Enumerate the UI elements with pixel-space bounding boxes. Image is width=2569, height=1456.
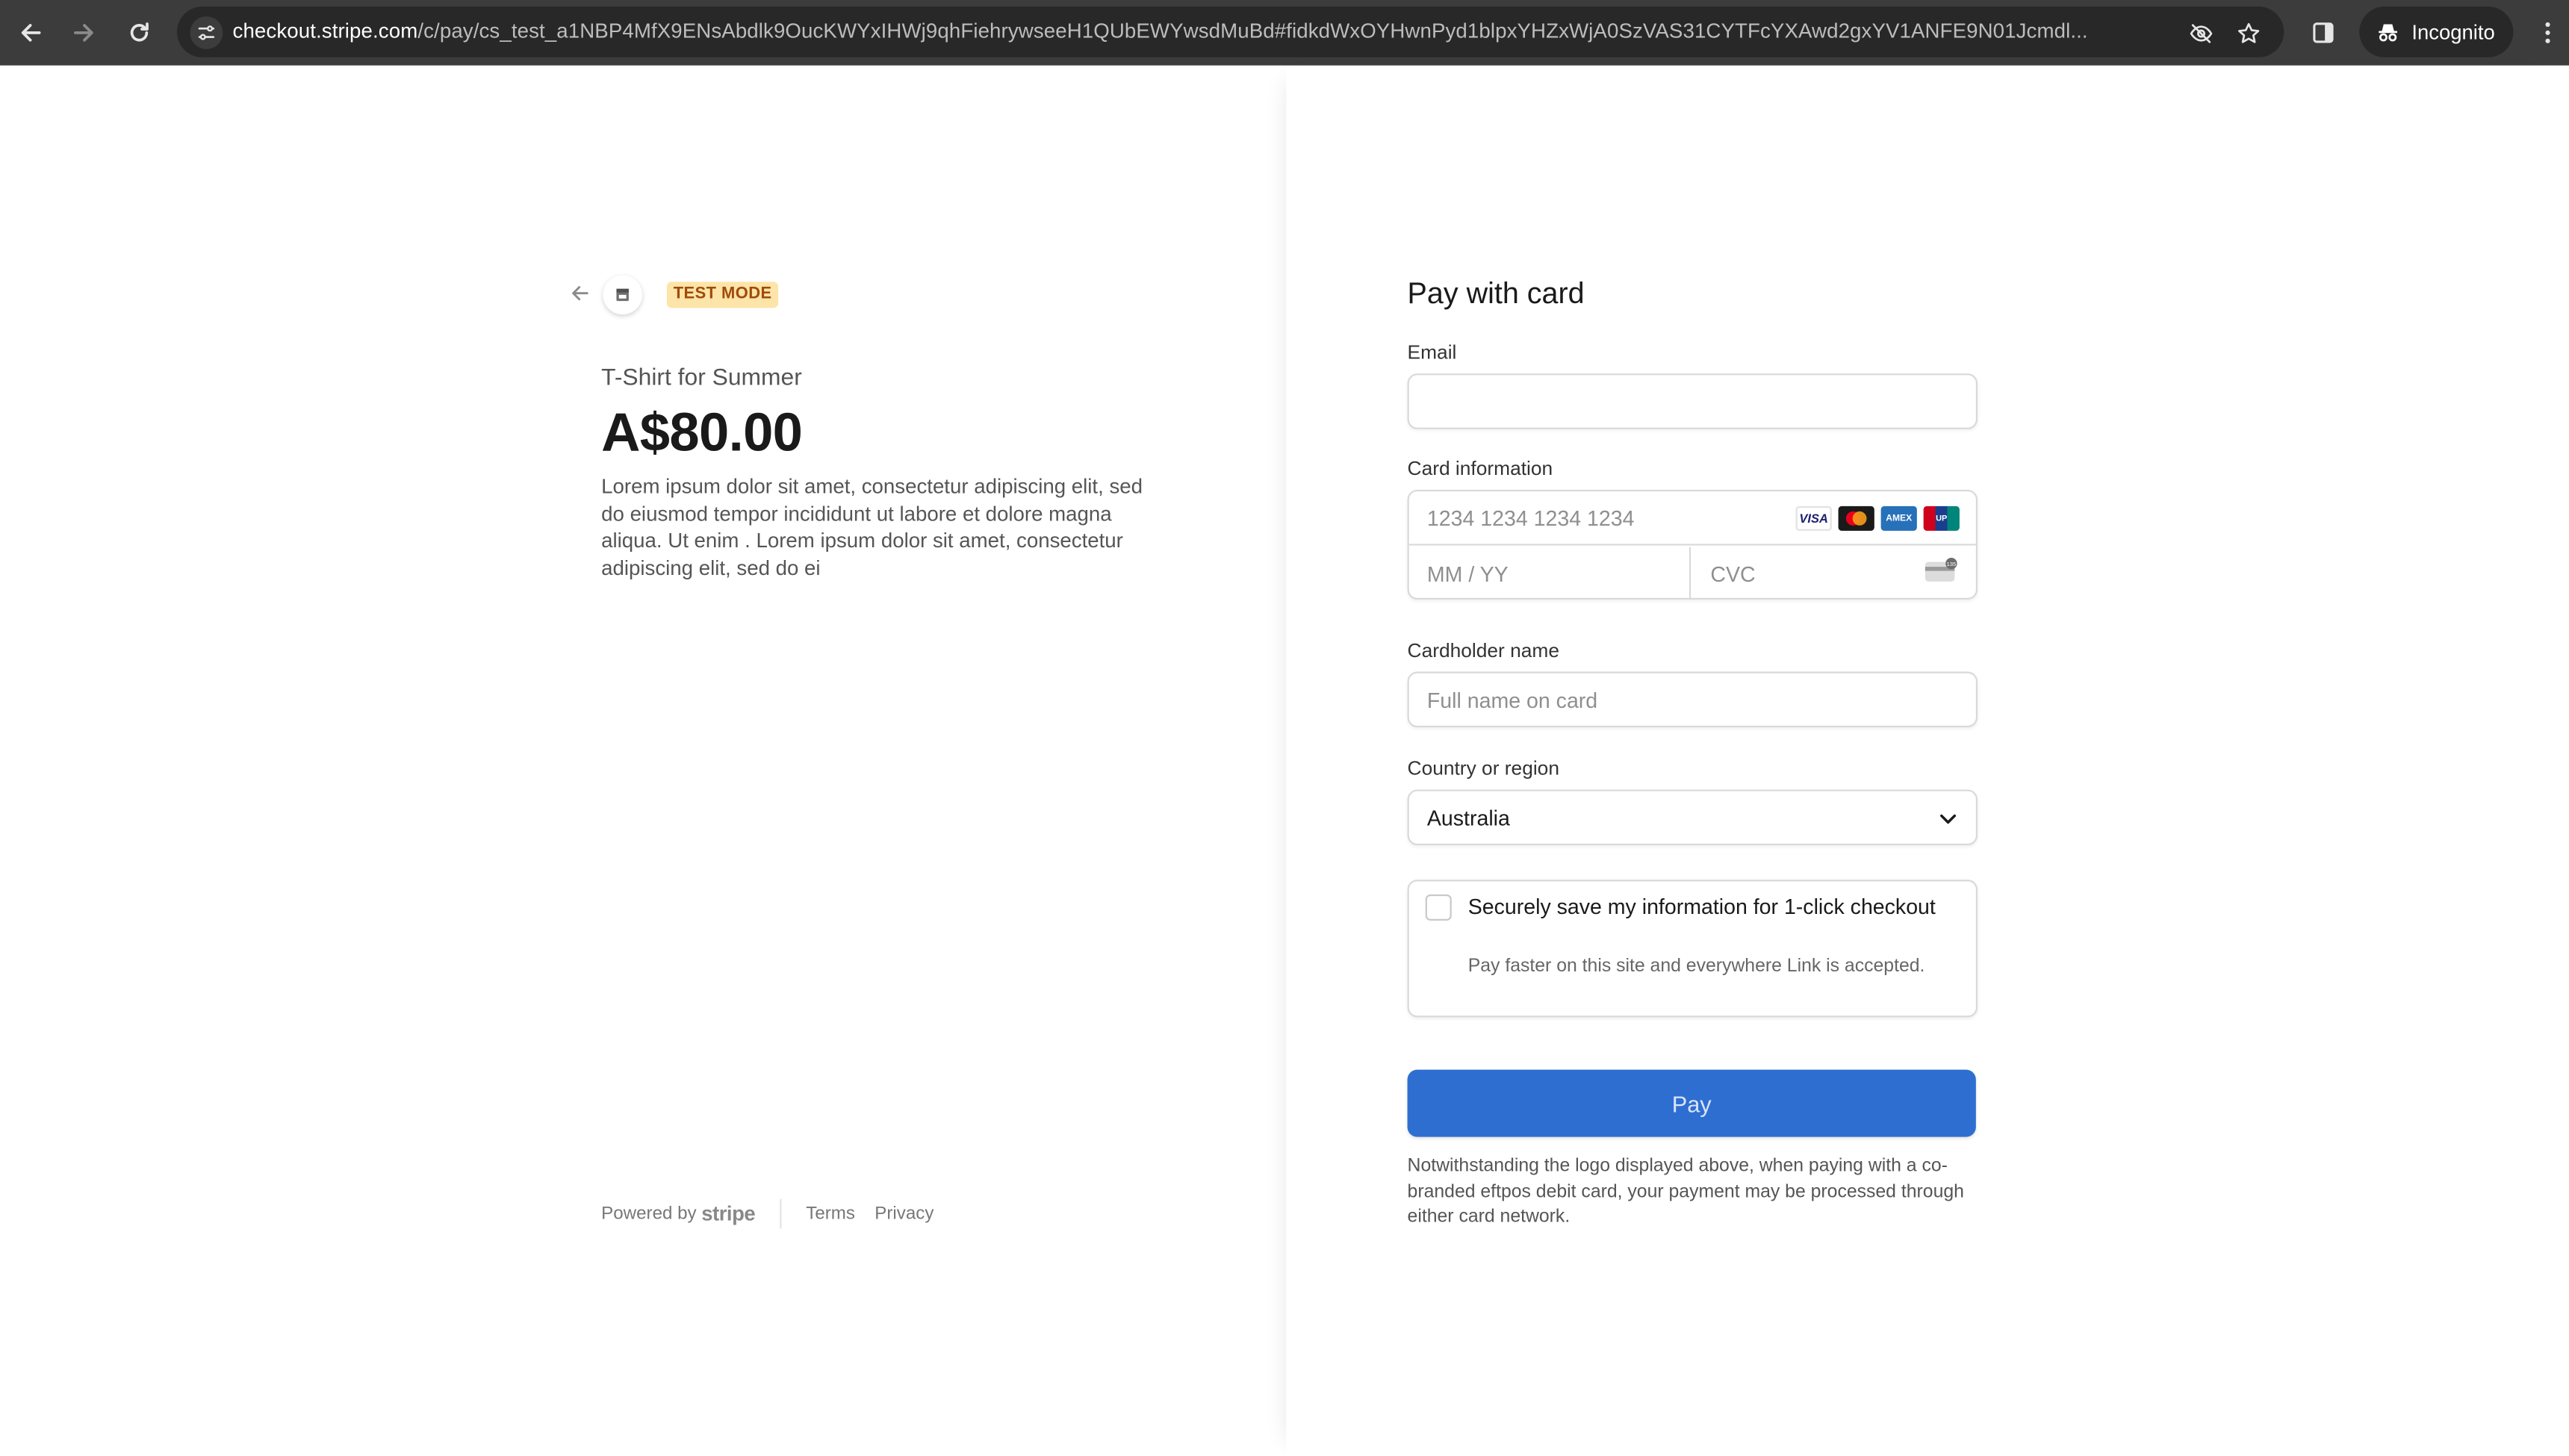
- expiry-field[interactable]: MM / YY: [1409, 547, 1692, 600]
- side-panel-icon[interactable]: [2305, 15, 2341, 51]
- card-info-label: Card information: [1407, 457, 1553, 480]
- stripe-logo[interactable]: stripe: [701, 1202, 755, 1225]
- incognito-icon: [2379, 24, 2397, 42]
- save-info-subtitle: Pay faster on this site and everywhere L…: [1467, 956, 1925, 977]
- url-text[interactable]: checkout.stripe.com/c/pay/cs_test_a1NBP4…: [233, 19, 2183, 43]
- footer-divider: [780, 1198, 782, 1229]
- url-host: checkout.stripe.com: [232, 19, 418, 43]
- payment-form: Pay with card Email Card information 123…: [1407, 276, 1978, 1231]
- privacy-link[interactable]: Privacy: [875, 1204, 934, 1224]
- browser-toolbar: checkout.stripe.com/c/pay/cs_test_a1NBP4…: [0, 0, 2569, 66]
- expiry-placeholder: MM / YY: [1426, 561, 1509, 586]
- incognito-label: Incognito: [2411, 20, 2495, 44]
- url-path: /c/pay/cs_test_a1NBP4MfX9ENsAbdlk9OucKWY…: [417, 19, 2088, 43]
- country-label: Country or region: [1407, 756, 1559, 780]
- product-price: A$80.00: [601, 401, 803, 462]
- save-info-checkbox[interactable]: [1425, 894, 1452, 921]
- card-info-group: 1234 1234 1234 1234 VISA AMEX UP MM / YY…: [1407, 489, 1978, 600]
- terms-link[interactable]: Terms: [806, 1204, 855, 1224]
- visa-icon: VISA: [1795, 505, 1832, 531]
- payment-panel: Pay with card Email Card information 123…: [1286, 65, 2569, 1456]
- pay-button[interactable]: Pay: [1407, 1069, 1976, 1137]
- store-icon[interactable]: [603, 275, 643, 315]
- unionpay-icon: UP: [1923, 505, 1960, 531]
- chevron-down-icon: [1940, 814, 1957, 824]
- back-icon[interactable]: [13, 15, 49, 51]
- eftpos-disclaimer: Notwithstanding the logo displayed above…: [1407, 1156, 1964, 1228]
- country-value: Australia: [1426, 805, 1510, 830]
- card-number-placeholder: 1234 1234 1234 1234: [1426, 505, 1635, 530]
- star-icon[interactable]: [2233, 18, 2262, 47]
- country-select[interactable]: Australia: [1407, 789, 1978, 846]
- site-settings-icon[interactable]: [190, 16, 223, 49]
- back-arrow-icon[interactable]: [565, 279, 594, 308]
- product-name: T-Shirt for Summer: [601, 365, 802, 392]
- cardholder-placeholder: Full name on card: [1426, 687, 1598, 712]
- test-mode-badge: TEST MODE: [666, 281, 779, 308]
- mastercard-icon: [1838, 505, 1874, 531]
- incognito-indicator[interactable]: Incognito: [2359, 6, 2514, 57]
- save-info-title: Securely save my information for 1-click…: [1467, 894, 1936, 919]
- powered-by-text: Powered by: [601, 1204, 697, 1224]
- cardholder-label: Cardholder name: [1407, 638, 1559, 662]
- form-title: Pay with card: [1407, 276, 1585, 310]
- eye-off-icon[interactable]: [2186, 18, 2215, 47]
- amex-icon: AMEX: [1880, 505, 1917, 531]
- cvc-placeholder: CVC: [1710, 561, 1756, 586]
- cardholder-name-field[interactable]: Full name on card: [1407, 671, 1978, 728]
- checkout-footer: Powered by stripe Terms Privacy: [601, 1198, 954, 1229]
- link-save-option[interactable]: Securely save my information for 1-click…: [1407, 880, 1978, 1018]
- order-summary-panel: TEST MODE T-Shirt for Summer A$80.00 Lor…: [0, 65, 1287, 1456]
- svg-text:135: 135: [1947, 561, 1957, 567]
- email-label: Email: [1407, 340, 1457, 364]
- address-bar[interactable]: checkout.stripe.com/c/pay/cs_test_a1NBP4…: [176, 6, 2284, 57]
- product-description: Lorem ipsum dolor sit amet, consectetur …: [601, 475, 1143, 579]
- more-menu-icon[interactable]: [2529, 15, 2565, 51]
- reload-icon[interactable]: [121, 15, 157, 51]
- email-field[interactable]: [1407, 373, 1978, 429]
- forward-icon[interactable]: [66, 15, 102, 51]
- cvc-card-icon: 135: [1925, 558, 1957, 582]
- card-brands: VISA AMEX UP: [1795, 505, 1960, 531]
- cvc-field[interactable]: CVC 135: [1692, 547, 1976, 600]
